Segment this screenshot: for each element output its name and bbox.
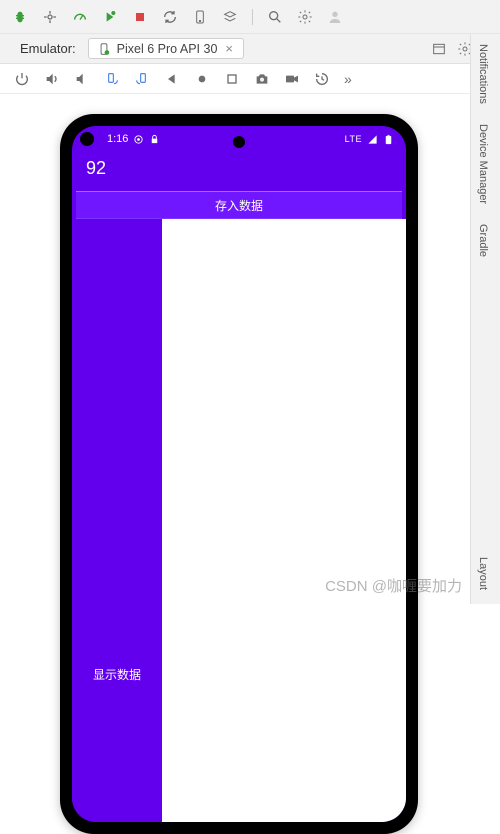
settings-gear-icon[interactable]: [297, 9, 313, 25]
power-icon[interactable]: [14, 71, 30, 87]
overview-square-icon[interactable]: [224, 71, 240, 87]
status-bar: 1:16 LTE: [72, 126, 406, 152]
save-data-button[interactable]: 存入数据: [76, 191, 402, 219]
right-tool-strip: Notifications Device Manager Gradle Layo…: [470, 34, 500, 604]
gradle-tab[interactable]: Gradle: [471, 214, 495, 267]
rotate-right-icon[interactable]: [134, 71, 150, 87]
status-lte: LTE: [345, 134, 362, 144]
avatar-icon[interactable]: [327, 9, 343, 25]
more-icon[interactable]: »: [344, 71, 353, 87]
show-data-button[interactable]: 显示数据: [72, 219, 162, 822]
screenshot-camera-icon[interactable]: [254, 71, 270, 87]
back-triangle-icon[interactable]: [164, 71, 180, 87]
signal-icon: [367, 134, 378, 145]
device-tab[interactable]: Pixel 6 Pro API 30 ×: [88, 38, 244, 59]
app-title: 92: [72, 152, 406, 191]
status-app-icon: [133, 134, 144, 145]
phone-frame: 1:16 LTE 92 存入数据 显示数据: [60, 114, 418, 834]
rotate-left-icon[interactable]: [104, 71, 120, 87]
emulator-tab-row: Emulator: Pixel 6 Pro API 30 ×: [0, 34, 500, 64]
attach-debugger-icon[interactable]: [42, 9, 58, 25]
snapshot-clock-icon[interactable]: [314, 71, 330, 87]
sync-icon[interactable]: [162, 9, 178, 25]
emulator-stage: 1:16 LTE 92 存入数据 显示数据: [0, 94, 470, 604]
emulator-label: Emulator:: [16, 41, 80, 56]
phone-small-icon: [97, 42, 111, 56]
emulator-toolbar: »: [0, 64, 500, 94]
status-clock: 1:16: [107, 133, 128, 145]
notifications-tab[interactable]: Notifications: [471, 34, 495, 114]
device-manager-tab[interactable]: Device Manager: [471, 114, 495, 214]
search-icon[interactable]: [267, 9, 283, 25]
device-tab-label: Pixel 6 Pro API 30: [117, 42, 218, 56]
stop-icon[interactable]: [132, 9, 148, 25]
run-with-coverage-icon[interactable]: [102, 9, 118, 25]
device-icon[interactable]: [192, 9, 208, 25]
battery-icon: [383, 134, 394, 145]
record-video-icon[interactable]: [284, 71, 300, 87]
watermark: CSDN @咖喱要加力: [325, 575, 462, 596]
layout-tab[interactable]: Layout: [471, 547, 495, 600]
profiler-icon[interactable]: [72, 9, 88, 25]
volume-down-icon[interactable]: [74, 71, 90, 87]
status-lock-icon: [149, 134, 160, 145]
close-tab-icon[interactable]: ×: [223, 41, 235, 56]
phone-screen[interactable]: 1:16 LTE 92 存入数据 显示数据: [72, 126, 406, 822]
app-inspection-icon[interactable]: [222, 9, 238, 25]
toolbar-separator: [252, 9, 253, 25]
content-row: 显示数据: [72, 219, 406, 822]
window-icon[interactable]: [430, 40, 448, 58]
ide-main-toolbar: [0, 0, 500, 34]
home-circle-icon[interactable]: [194, 71, 210, 87]
volume-up-icon[interactable]: [44, 71, 60, 87]
content-area: [162, 219, 406, 822]
bug-icon[interactable]: [12, 9, 28, 25]
